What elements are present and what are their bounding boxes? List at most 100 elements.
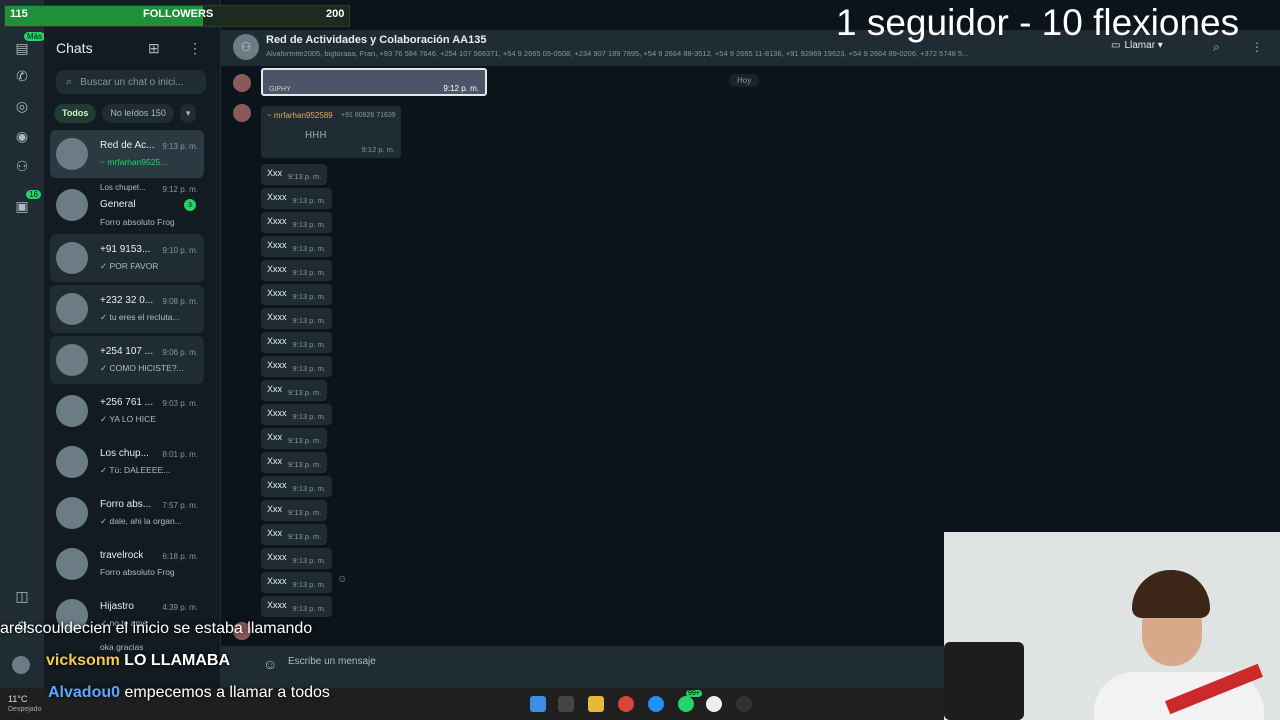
chat-list-item[interactable]: Red de Ac... 9:13 p. m. ~ mrfarhan9525... (50, 130, 204, 178)
status-count-badge: 16 (26, 190, 41, 199)
message-text: Xxxx (267, 312, 287, 322)
chat-list: Red de Ac... 9:13 p. m. ~ mrfarhan9525... L… (50, 130, 204, 659)
new-chat-icon[interactable]: ⊞ (148, 40, 160, 57)
chat-preview: ✓ Tú: DALEEEE... (100, 465, 171, 475)
task-view-icon[interactable] (558, 696, 574, 712)
sender-avatar[interactable] (233, 104, 251, 122)
channels-icon[interactable]: ◉ (12, 126, 32, 146)
outgoing-message[interactable]: Xxxx 9:13 p. m. (261, 596, 332, 617)
outgoing-message[interactable]: Xxxx 9:13 p. m. (261, 356, 332, 377)
message-time: 9:13 p. m. (292, 364, 326, 373)
chat-avatar (56, 242, 88, 274)
stream-chat-line: vicksonm LO LLAMABA (46, 652, 230, 670)
message-text: Xxx (267, 432, 283, 442)
weather-temp: 11°C (8, 694, 28, 704)
archive-icon[interactable]: ▣ (12, 196, 32, 216)
message-text: Xxx (267, 168, 283, 178)
message-text: Xxxx (267, 600, 287, 610)
search-icon: ⌕ (66, 75, 73, 88)
outgoing-message[interactable]: Xxxx 9:13 p. m. (261, 308, 332, 329)
message-time: 9:13 p. m. (292, 556, 326, 565)
chat-menu-icon[interactable]: ⋮ (1251, 40, 1263, 54)
gif-time: 9:12 p. m. (443, 84, 479, 93)
edge-icon[interactable] (648, 696, 664, 712)
more-badge: Más (24, 32, 46, 41)
sender-avatar[interactable] (233, 74, 251, 92)
chrome-icon[interactable] (618, 696, 634, 712)
chat-list-item[interactable]: +254 107 ... 9:06 p. m. ✓ COMO HICISTE?... (50, 336, 204, 384)
chat-time: 4:39 p. m. (162, 603, 198, 612)
chat-time: 9:03 p. m. (162, 399, 198, 408)
message-text: Xxx (267, 384, 283, 394)
outgoing-message[interactable]: Xxxx 9:13 p. m. (261, 188, 332, 209)
weather-widget[interactable]: 11°C Despejado (8, 694, 41, 713)
search-input[interactable]: ⌕ Buscar un chat o inici... (56, 70, 206, 94)
filter-more-icon[interactable]: ▾ (179, 104, 197, 123)
chat-list-item[interactable]: +232 32 0... 9:08 p. m. ✓ tu eres el reclu… (50, 285, 204, 333)
outgoing-message[interactable]: Xxx 9:13 p. m. (261, 380, 328, 401)
starred-icon[interactable]: ◫ (12, 586, 32, 606)
outgoing-message[interactable]: Xxxx 9:13 p. m. (261, 476, 332, 497)
message-text: Xxx (267, 528, 283, 538)
gif-source: GIPHY (269, 86, 291, 93)
communities-icon[interactable]: ⚇ (12, 156, 32, 176)
menu-icon[interactable]: ⋮ (188, 40, 202, 57)
outgoing-message[interactable]: Xxxx 9:13 p. m. (261, 572, 332, 593)
whatsapp-icon[interactable] (678, 696, 694, 712)
message-text: Xxxx (267, 336, 287, 346)
group-avatar-icon[interactable]: ⚇ (233, 34, 259, 60)
stream-chat-text: empecemos a llamar a todos (124, 684, 330, 701)
compose-bar[interactable]: ☺ Escribe un mensaje (221, 646, 944, 688)
outgoing-message[interactable]: Xxx 9:13 p. m. (261, 428, 328, 449)
outgoing-message[interactable]: Xxxx 9:13 p. m. (261, 404, 332, 425)
message-time: 9:13 p. m. (288, 388, 322, 397)
chat-list-item[interactable]: +91 9153... 9:10 p. m. ✓ POR FAVOR (50, 234, 204, 282)
emoji-icon[interactable]: ☺ (263, 656, 277, 672)
chats-icon[interactable]: ▤ (12, 38, 32, 58)
react-emoji-icon[interactable]: ☺ (337, 574, 347, 585)
filter-all[interactable]: Todos (54, 104, 97, 123)
chat-preview: ✓ YA LO HICE (100, 414, 156, 424)
outgoing-message[interactable]: Xxxx 9:13 p. m. (261, 236, 332, 257)
outgoing-message[interactable]: Xxx 9:13 p. m. (261, 500, 328, 521)
followers-label: FOLLOWERS (143, 8, 214, 20)
chat-list-item[interactable]: +256 761 ... 9:03 p. m. ✓ YA LO HICE (50, 387, 204, 435)
outgoing-message[interactable]: Xxxx 9:13 p. m. (261, 548, 332, 569)
message-time: 9:13 p. m. (292, 196, 326, 205)
outgoing-message[interactable]: Xxx 9:13 p. m. (261, 524, 328, 545)
webcam-chair (944, 642, 1024, 720)
message-time: 9:12 p. m. (361, 145, 395, 154)
status-icon[interactable]: ◎ (12, 96, 32, 116)
message-input[interactable]: Escribe un mensaje (288, 656, 376, 667)
calls-icon[interactable]: ✆ (12, 66, 32, 86)
gif-message[interactable]: GIPHY 9:12 p. m. (261, 68, 487, 96)
outgoing-message[interactable]: Xxxx 9:13 p. m. (261, 332, 332, 353)
chat-list-item[interactable]: Los chupet... General 9:12 p. m. Forro abso… (50, 181, 204, 231)
outgoing-message[interactable]: Xxxx 9:13 p. m. (261, 284, 332, 305)
message-text: Xxxx (267, 552, 287, 562)
stream-chat-user: vicksonm (46, 652, 120, 669)
chat-name: +256 761 ... (100, 397, 154, 408)
message-text: Xxx (267, 504, 283, 514)
filter-unread[interactable]: No leídos 150 (102, 104, 174, 123)
message-sender[interactable]: ~ mrfarhan952589 (267, 111, 333, 120)
profile-avatar[interactable] (12, 656, 30, 674)
windows-start-icon[interactable] (530, 696, 546, 712)
stream-title: 1 seguidor - 10 flexiones (836, 2, 1240, 43)
message-text: Xxxx (267, 480, 287, 490)
outgoing-message[interactable]: Xxxx 9:13 p. m. (261, 212, 332, 233)
chat-time: 8:01 p. m. (162, 450, 198, 459)
message-sender-phone: +91 80826 71639 (341, 112, 396, 119)
chat-list-item[interactable]: Los chup... 8:01 p. m. ✓ Tú: DALEEEE... (50, 438, 204, 486)
chat-avatar (56, 446, 88, 478)
outgoing-message[interactable]: Xxxx 9:13 p. m. (261, 260, 332, 281)
media-player-icon[interactable] (706, 696, 722, 712)
file-explorer-icon[interactable] (588, 696, 604, 712)
chat-list-item[interactable]: travelrock 6:18 p. m. Forro absoluto Frog (50, 540, 204, 588)
message-text: Xxxx (267, 264, 287, 274)
incoming-message[interactable]: ~ mrfarhan952589 +91 80826 71639 ʜʜʜ 9:1… (261, 106, 401, 158)
recording-app-icon[interactable] (736, 696, 752, 712)
outgoing-message[interactable]: Xxx 9:13 p. m. (261, 452, 328, 473)
chat-list-item[interactable]: Forro abs... 7:57 p. m. ✓ dale, ahi la org… (50, 489, 204, 537)
outgoing-message[interactable]: Xxx 9:13 p. m. (261, 164, 328, 185)
